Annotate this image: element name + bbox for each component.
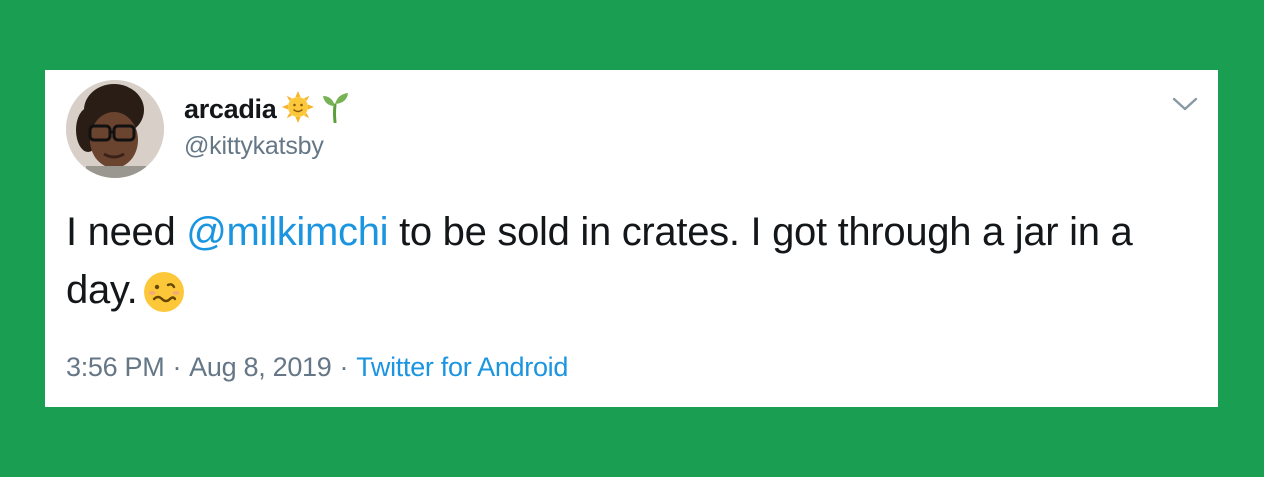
avatar-image — [66, 80, 164, 178]
sun-with-face-icon — [282, 90, 315, 128]
avatar[interactable] — [66, 80, 164, 178]
user-handle[interactable]: @kittykatsby — [184, 132, 324, 161]
source-link[interactable]: Twitter for Android — [356, 352, 568, 382]
tweet-date[interactable]: Aug 8, 2019 — [189, 352, 332, 382]
tweet-card: arcadia @kittykatsby I need @milkimchi t… — [45, 70, 1218, 407]
tweet-text-before: I need — [66, 210, 187, 254]
chevron-down-icon[interactable] — [1171, 94, 1199, 114]
display-name[interactable]: arcadia — [184, 94, 277, 125]
separator-dot: · — [172, 352, 182, 382]
woozy-face-icon — [143, 271, 185, 329]
tweet-metadata: 3:56 PM · Aug 8, 2019 · Twitter for Android — [66, 352, 568, 383]
separator-dot: · — [339, 352, 349, 382]
mention-link[interactable]: @milkimchi — [186, 210, 388, 254]
display-name-row[interactable]: arcadia — [184, 90, 350, 128]
seedling-icon — [320, 91, 350, 128]
tweet-text: I need @milkimchi to be sold in crates. … — [66, 203, 1186, 329]
tweet-time[interactable]: 3:56 PM — [66, 352, 165, 382]
